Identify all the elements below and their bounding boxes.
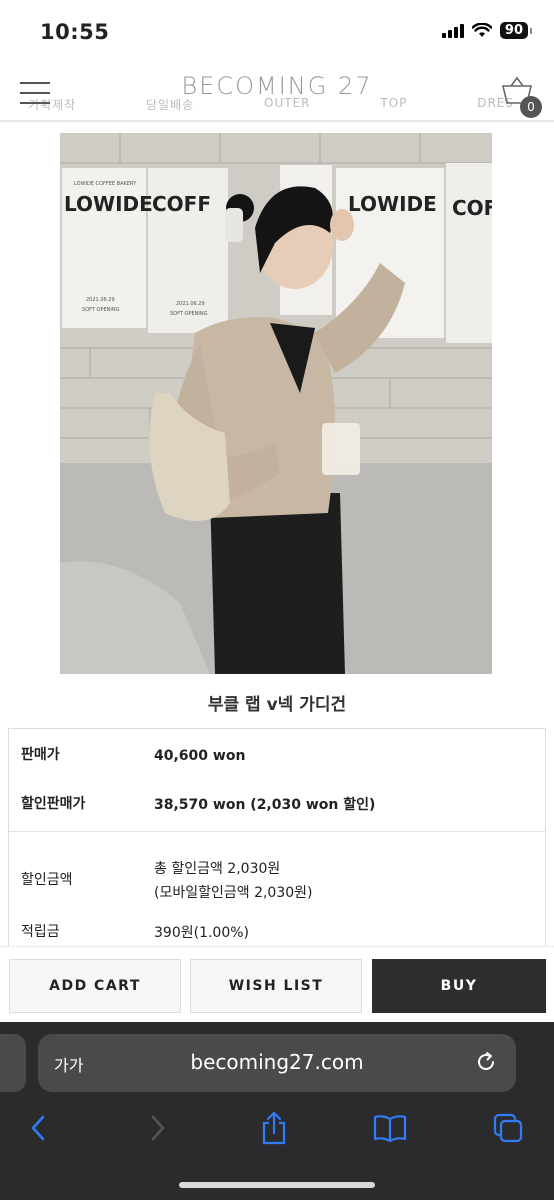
cart-count-badge: 0 (520, 96, 542, 118)
product-info-table: 판매가 40,600 won 할인판매가 38,570 won (2,030 w… (8, 728, 546, 958)
browser-chrome: 가가 becoming27.com (0, 1022, 554, 1200)
status-bar: 10:55 90 (0, 0, 554, 62)
action-bar: ADD CART WISH LIST BUY (0, 946, 554, 1022)
poster-text: COFF (152, 192, 211, 216)
cart-button[interactable]: 0 (500, 76, 542, 118)
sale-price-label: 할인판매가 (21, 796, 86, 812)
poster-small-text: SOFT OPENING (82, 307, 120, 313)
points-label: 적립금 (21, 924, 60, 940)
wish-list-button[interactable]: WISH LIST (190, 959, 362, 1013)
discount-value: 총 할인금액 2,030원 (모바일할인금액 2,030원) (154, 857, 545, 905)
poster-small-text: 2021.06.29 (176, 301, 205, 307)
forward-button[interactable] (138, 1108, 178, 1148)
back-button[interactable] (18, 1108, 58, 1148)
discount-mobile: (모바일할인금액 2,030원) (154, 885, 313, 901)
price-row: 판매가 40,600 won (9, 744, 545, 768)
poster-text: LOWIDE (348, 192, 437, 216)
book-icon (373, 1115, 407, 1142)
bookmarks-button[interactable] (370, 1108, 410, 1148)
poster-text: COF (452, 196, 492, 220)
poster-text: LOWIDE (64, 192, 153, 216)
home-indicator (179, 1182, 375, 1188)
reload-icon[interactable] (474, 1050, 498, 1074)
product-photo-illustration: LOWIDE COFF FY LOWIDE COF LOWIDE COFFEE … (60, 133, 492, 674)
chevron-right-icon (151, 1115, 165, 1141)
points-value: 390원(1.00%) (154, 925, 250, 941)
discount-total: 총 할인금액 2,030원 (154, 861, 281, 877)
status-icons: 90 (441, 22, 533, 39)
status-time: 10:55 (40, 20, 110, 44)
add-cart-button[interactable]: ADD CART (9, 959, 181, 1013)
poster-small-text: 2021.06.29 (86, 297, 115, 303)
discount-row: 할인금액 총 할인금액 2,030원 (모바일할인금액 2,030원) (9, 857, 545, 905)
points-row: 적립금 390원(1.00%) (9, 921, 545, 945)
site-header: 기획제작 당일배송 OUTER TOP DRES BECOMING 27 0 (0, 62, 554, 122)
discount-label: 할인금액 (21, 872, 73, 888)
previous-tab-edge[interactable] (0, 1034, 26, 1092)
buy-button[interactable]: BUY (372, 959, 546, 1013)
sale-price-value: 38,570 won (2,030 won 할인) (154, 797, 376, 813)
site-logo[interactable]: BECOMING 27 (0, 72, 554, 100)
url-text[interactable]: becoming27.com (38, 1050, 516, 1074)
battery-indicator: 90 (499, 22, 533, 39)
wifi-icon (471, 23, 492, 37)
price-value: 40,600 won (154, 748, 246, 764)
cellular-signal-icon (441, 23, 464, 38)
sale-price-row: 할인판매가 38,570 won (2,030 won 할인) (9, 793, 545, 817)
poster-small-text: SOFT OPENING (170, 311, 208, 317)
tabs-button[interactable] (488, 1108, 528, 1148)
chevron-left-icon (31, 1115, 45, 1141)
address-bar[interactable]: 가가 becoming27.com (38, 1034, 516, 1092)
product-photo[interactable]: LOWIDE COFF FY LOWIDE COF LOWIDE COFFEE … (60, 133, 492, 674)
poster-small-text: LOWIDE COFFEE BAKERY (74, 181, 137, 187)
table-divider (9, 831, 545, 832)
tabs-icon (493, 1113, 523, 1143)
share-icon (262, 1111, 286, 1145)
share-button[interactable] (254, 1108, 294, 1148)
product-title: 부클 랩 v넥 가디건 (207, 695, 347, 715)
browser-toolbar (0, 1108, 554, 1148)
price-label: 판매가 (21, 747, 60, 763)
